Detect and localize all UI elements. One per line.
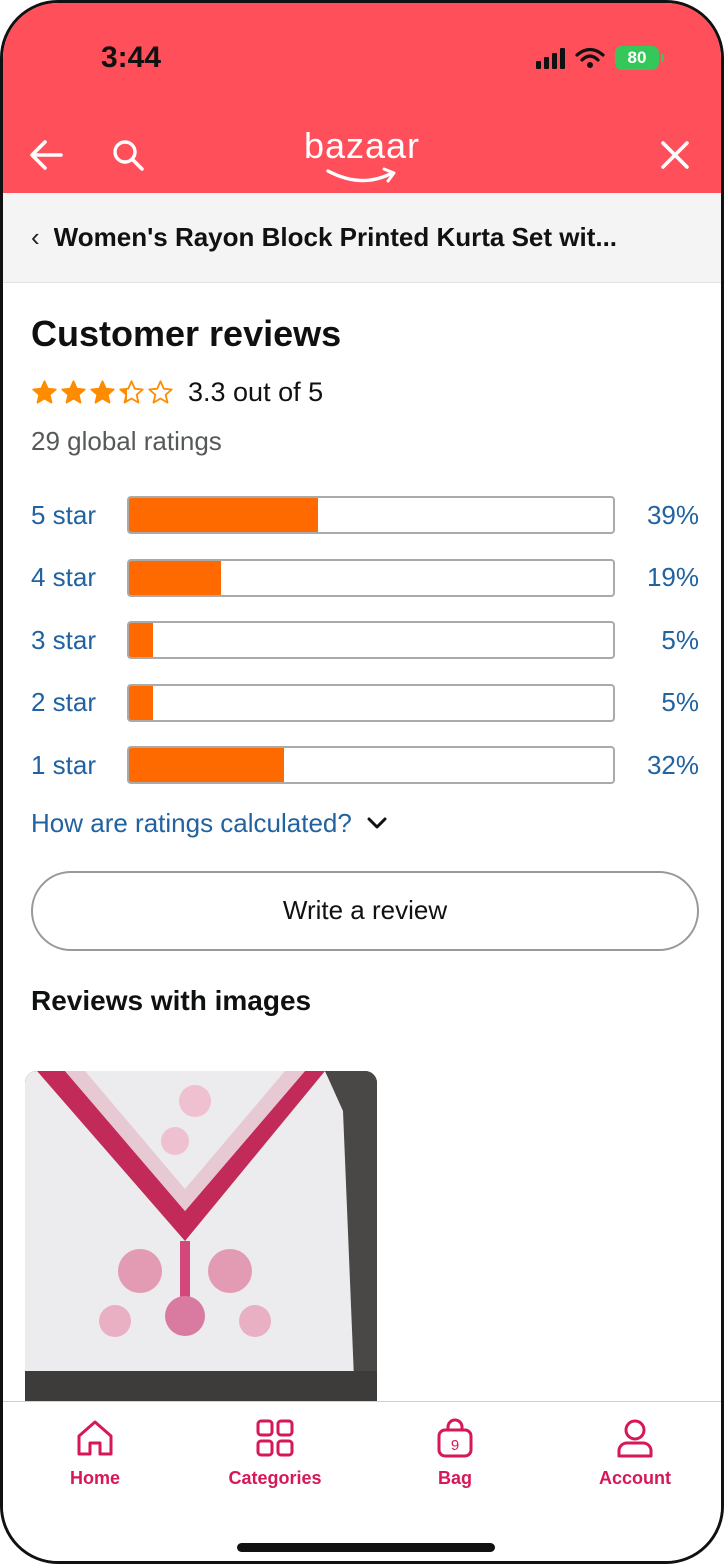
home-indicator[interactable] [237,1543,495,1552]
tab-label: Bag [437,1468,472,1488]
bar-fill [129,498,318,532]
home-icon [77,1420,113,1456]
bazaar-logo[interactable]: bazaar [304,125,420,167]
close-icon[interactable] [653,133,697,177]
bag-icon: 9 [437,1418,473,1458]
percent-label[interactable]: 19% [615,562,699,593]
tab-bag[interactable]: 9 Bag [385,1416,525,1489]
logo-smile-icon [326,167,396,183]
bar-track[interactable] [127,683,615,722]
histogram-row-1[interactable]: 1 star 32% [31,745,699,785]
global-ratings-count: 29 global ratings [31,426,222,456]
how-ratings-calculated-link[interactable]: How are ratings calculated? [31,808,699,839]
section-title: Customer reviews [31,313,342,354]
reviews-with-images-heading: Reviews with images [31,984,312,1016]
percent-label[interactable]: 5% [615,687,699,718]
bar-fill [129,623,154,657]
bar-fill [129,748,284,782]
star-icon [32,380,57,404]
histogram-row-4[interactable]: 4 star 19% [31,558,699,598]
histogram-row-5[interactable]: 5 star 39% [31,495,699,535]
search-icon[interactable] [107,133,151,177]
bar-track[interactable] [127,621,615,659]
battery-icon: 80 [615,46,664,70]
percent-label[interactable]: 39% [615,500,699,531]
percent-label[interactable]: 32% [615,750,699,781]
chevron-down-icon [367,817,387,829]
star-icon [90,380,115,404]
bar-fill [129,685,154,720]
tab-label: Account [599,1468,671,1488]
rating-histogram: 5 star 39% 4 star 19% 3 star 5% 2 star 5… [31,495,699,785]
tab-label: Home [69,1468,120,1488]
breadcrumb[interactable]: ‹ Women's Rayon Block Printed Kurta Set … [3,193,721,283]
star-label[interactable]: 1 star [31,750,127,781]
percent-label[interactable]: 5% [615,625,699,656]
star-label[interactable]: 2 star [31,687,127,718]
rating-text: 3.3 out of 5 [188,377,324,407]
star-label[interactable]: 3 star [31,625,127,656]
how-ratings-text: How are ratings calculated? [31,807,352,838]
status-time: 3:44 [101,41,162,74]
wifi-icon [575,47,605,68]
star-icon [119,380,144,404]
bottom-navigation: Home Categories 9 Bag Account [3,1401,721,1561]
star-label[interactable]: 4 star [31,562,127,593]
write-review-button[interactable]: Write a review [31,870,699,951]
average-rating: 3.3 out of 5 [31,377,699,408]
bar-track[interactable] [127,496,615,534]
account-icon [617,1419,653,1458]
histogram-row-2[interactable]: 2 star 5% [31,683,699,723]
star-icon [148,380,173,404]
bar-track[interactable] [127,558,615,597]
tab-account[interactable]: Account [565,1416,705,1489]
histogram-row-3[interactable]: 3 star 5% [31,620,699,660]
tab-label: Categories [228,1468,322,1488]
product-title: Women's Rayon Block Printed Kurta Set wi… [53,222,618,252]
signal-icon [536,47,565,69]
top-bar: 3:44 80 bazaar [3,3,721,193]
status-icons: 80 [536,43,664,73]
tab-categories[interactable]: Categories [205,1416,345,1489]
star-label[interactable]: 5 star [31,500,127,531]
bar-track[interactable] [127,746,615,784]
star-rating-icon [31,379,174,406]
chevron-left-icon: ‹ [31,222,40,252]
categories-icon [256,1419,294,1457]
reviews-section: Customer reviews 3.3 out of 5 29 global … [31,283,699,1017]
star-icon [61,380,86,404]
phone-frame: 3:44 80 bazaar ‹ Women's Rayon Block Pri… [0,0,724,1564]
tab-home[interactable]: Home [25,1416,165,1489]
bar-fill [129,560,221,595]
review-image-thumbnail[interactable] [25,1071,377,1403]
kurta-photo [25,1071,377,1403]
bag-badge: 9 [451,1437,459,1454]
back-arrow-icon[interactable] [25,133,69,177]
